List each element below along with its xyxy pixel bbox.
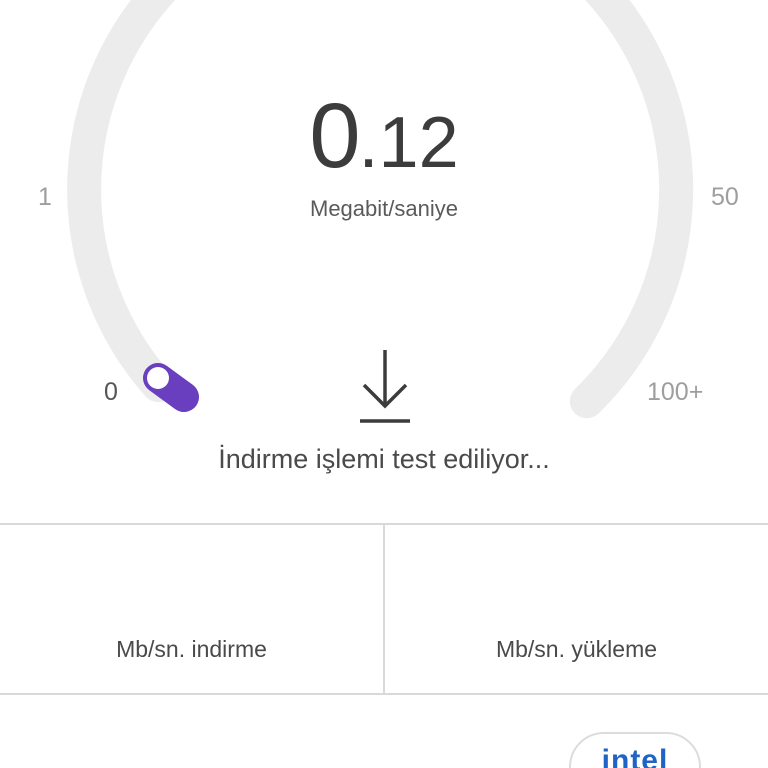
upload-result-label: Mb/sn. yükleme (495, 636, 658, 662)
gauge-tick-50: 50 (711, 183, 739, 211)
test-status-text: İndirme işlemi test ediliyor... (218, 444, 550, 474)
download-result: Mb/sn. indirme (0, 525, 383, 693)
gauge-tick-100: 100+ (647, 378, 704, 406)
speed-value: 0.12 (0, 84, 768, 189)
gauge-needle-icon (143, 363, 199, 412)
speed-value-integer: 0 (309, 85, 360, 187)
speed-test-screen: 0.12 Megabit/saniye 1 50 0 100+ İndirme … (0, 0, 768, 768)
download-arrow-icon (360, 350, 410, 423)
gauge-tick-1: 1 (38, 183, 52, 211)
intel-logo: intel (601, 744, 669, 768)
upload-result: Mb/sn. yükleme (383, 525, 768, 693)
results-panel: Mb/sn. indirme Mb/sn. yükleme (0, 523, 768, 695)
speed-unit: Megabit/saniye (310, 196, 458, 221)
gauge-tick-0: 0 (104, 378, 118, 406)
download-result-label: Mb/sn. indirme (116, 636, 267, 662)
speed-value-decimal: .12 (358, 103, 459, 183)
sponsor-logo-button[interactable]: intel (569, 732, 701, 768)
